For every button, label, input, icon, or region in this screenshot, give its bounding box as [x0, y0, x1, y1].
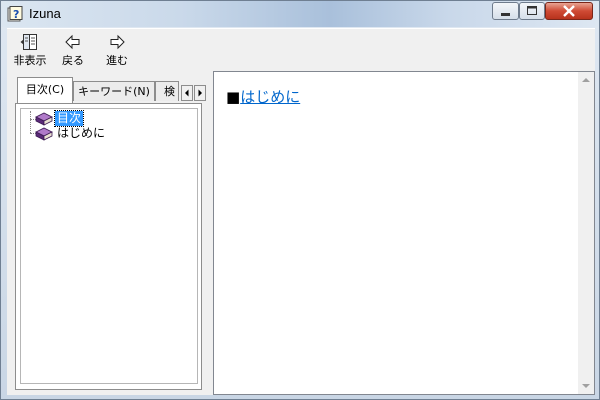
book-icon: [35, 127, 53, 141]
forward-button[interactable]: 進む: [103, 33, 131, 69]
hide-navigation-button[interactable]: 非表示: [11, 33, 49, 69]
toolbar: 非表示 戻る 進む: [7, 28, 595, 72]
arrow-left-icon: [65, 34, 80, 50]
introduction-link[interactable]: はじめに: [240, 88, 300, 106]
scroll-down-arrow[interactable]: [582, 384, 590, 388]
back-button[interactable]: 戻る: [59, 33, 87, 69]
minimize-button[interactable]: [492, 2, 519, 20]
svg-text:?: ?: [13, 8, 19, 21]
help-question-icon: ?: [7, 6, 23, 22]
contents-tree[interactable]: 目次 はじめに: [20, 108, 198, 384]
maximize-icon: [527, 6, 537, 15]
back-label: 戻る: [62, 54, 84, 67]
content-vertical-scrollbar[interactable]: [578, 72, 594, 394]
tree-item-label: 目次: [53, 110, 85, 127]
tab-contents[interactable]: 目次(C): [17, 77, 73, 103]
close-icon: [563, 5, 575, 17]
help-window: ? Izuna 非表示 戻る 進む 目次(C) キーワード(N) 検 目次 はじ…: [0, 0, 600, 400]
tab-search[interactable]: 検: [155, 81, 179, 101]
help-body: 目次(C) キーワード(N) 検 目次 はじめに ■はじめに: [7, 71, 595, 395]
triangle-right-icon: [198, 89, 202, 97]
tree-connector: [30, 111, 31, 133]
tab-keyword[interactable]: キーワード(N): [73, 81, 155, 101]
arrow-right-icon: [110, 34, 125, 50]
window-title: Izuna: [29, 6, 61, 21]
book-icon: [35, 112, 53, 126]
scroll-up-arrow[interactable]: [582, 78, 590, 82]
tab-scroll-left-button[interactable]: [181, 85, 193, 101]
heading-bullet: ■: [226, 88, 241, 106]
contents-panel: 目次 はじめに: [15, 103, 202, 390]
triangle-left-icon: [185, 89, 189, 97]
navigation-pane: 目次(C) キーワード(N) 検 目次 はじめに: [7, 71, 207, 395]
topic-heading: ■はじめに: [226, 86, 300, 107]
minimize-icon: [501, 13, 510, 16]
tab-scroll-right-button[interactable]: [194, 85, 206, 101]
close-button[interactable]: [545, 2, 593, 20]
forward-label: 進む: [106, 54, 128, 67]
maximize-button[interactable]: [519, 2, 545, 20]
topic-content-pane: ■はじめに: [213, 71, 595, 395]
tree-item-label: はじめに: [57, 126, 106, 140]
navigation-tabs: 目次(C) キーワード(N) 検: [15, 77, 207, 103]
title-bar[interactable]: ? Izuna: [1, 1, 599, 27]
hide-pane-icon: [20, 34, 37, 50]
hide-label: 非表示: [13, 54, 47, 67]
